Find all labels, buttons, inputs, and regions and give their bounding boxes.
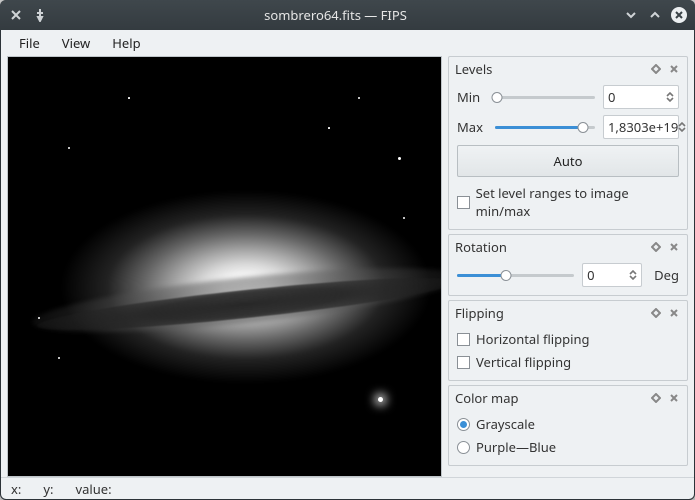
purpleblue-label: Purple—Blue (476, 438, 556, 456)
statusbar: x: y: value: (1, 477, 694, 499)
close-panel-icon[interactable] (667, 240, 681, 254)
purpleblue-radio[interactable] (457, 441, 470, 454)
hflip-checkbox[interactable] (457, 333, 470, 346)
rotation-spinbox[interactable]: 0 (582, 263, 642, 287)
hflip-label: Horizontal flipping (476, 330, 590, 348)
panel-levels-title: Levels (455, 60, 645, 78)
max-slider[interactable] (495, 120, 595, 134)
pin-icon[interactable] (32, 7, 48, 23)
image-viewer[interactable] (7, 56, 442, 477)
range-checkbox[interactable] (457, 196, 470, 209)
vflip-checkbox[interactable] (457, 356, 470, 369)
minimize-icon[interactable] (623, 7, 639, 23)
appmenu-icon[interactable] (8, 7, 24, 23)
menu-file[interactable]: File (9, 31, 50, 55)
undock-icon[interactable] (649, 391, 663, 405)
app-window: sombrero64.fits — FIPS File View Help (0, 0, 695, 500)
hflip-row[interactable]: Horizontal flipping (457, 329, 679, 349)
vflip-label: Vertical flipping (476, 353, 571, 371)
close-panel-icon[interactable] (667, 62, 681, 76)
status-x: x: (11, 480, 21, 498)
close-panel-icon[interactable] (667, 306, 681, 320)
undock-icon[interactable] (649, 62, 663, 76)
vflip-row[interactable]: Vertical flipping (457, 352, 679, 372)
status-value: value: (76, 480, 112, 498)
min-slider[interactable] (495, 90, 595, 104)
panel-flipping-title: Flipping (455, 304, 645, 322)
grayscale-radio[interactable] (457, 418, 470, 431)
range-checkbox-label: Set level ranges to image min/max (476, 184, 679, 220)
titlebar: sombrero64.fits — FIPS (0, 0, 695, 30)
close-panel-icon[interactable] (667, 391, 681, 405)
max-label: Max (457, 118, 487, 136)
purpleblue-row[interactable]: Purple—Blue (457, 437, 679, 457)
panel-colormap-title: Color map (455, 389, 645, 407)
min-spinbox[interactable]: 0 (603, 85, 679, 109)
maximize-icon[interactable] (647, 7, 663, 23)
undock-icon[interactable] (649, 240, 663, 254)
max-spinbox[interactable]: 1,8303e+19 (603, 115, 679, 139)
grayscale-row[interactable]: Grayscale (457, 414, 679, 434)
auto-button[interactable]: Auto (457, 145, 679, 177)
menubar: File View Help (1, 30, 694, 56)
grayscale-label: Grayscale (476, 415, 535, 433)
status-y: y: (43, 480, 53, 498)
panel-levels: Levels Min 0 (448, 56, 688, 230)
min-label: Min (457, 88, 487, 106)
menu-help[interactable]: Help (102, 31, 150, 55)
window-title: sombrero64.fits — FIPS (48, 6, 623, 24)
panel-colormap: Color map Grayscale Purple—Blue (448, 385, 688, 466)
close-icon[interactable] (671, 7, 687, 23)
panel-rotation: Rotation 0 (448, 234, 688, 296)
range-checkbox-row[interactable]: Set level ranges to image min/max (457, 183, 679, 221)
undock-icon[interactable] (649, 306, 663, 320)
side-panels: Levels Min 0 (448, 56, 688, 477)
rotation-slider[interactable] (457, 268, 574, 282)
panel-rotation-title: Rotation (455, 238, 645, 256)
panel-flipping: Flipping Horizontal flipping Vertical fl… (448, 300, 688, 381)
menu-view[interactable]: View (52, 31, 100, 55)
rotation-unit: Deg (654, 266, 679, 284)
